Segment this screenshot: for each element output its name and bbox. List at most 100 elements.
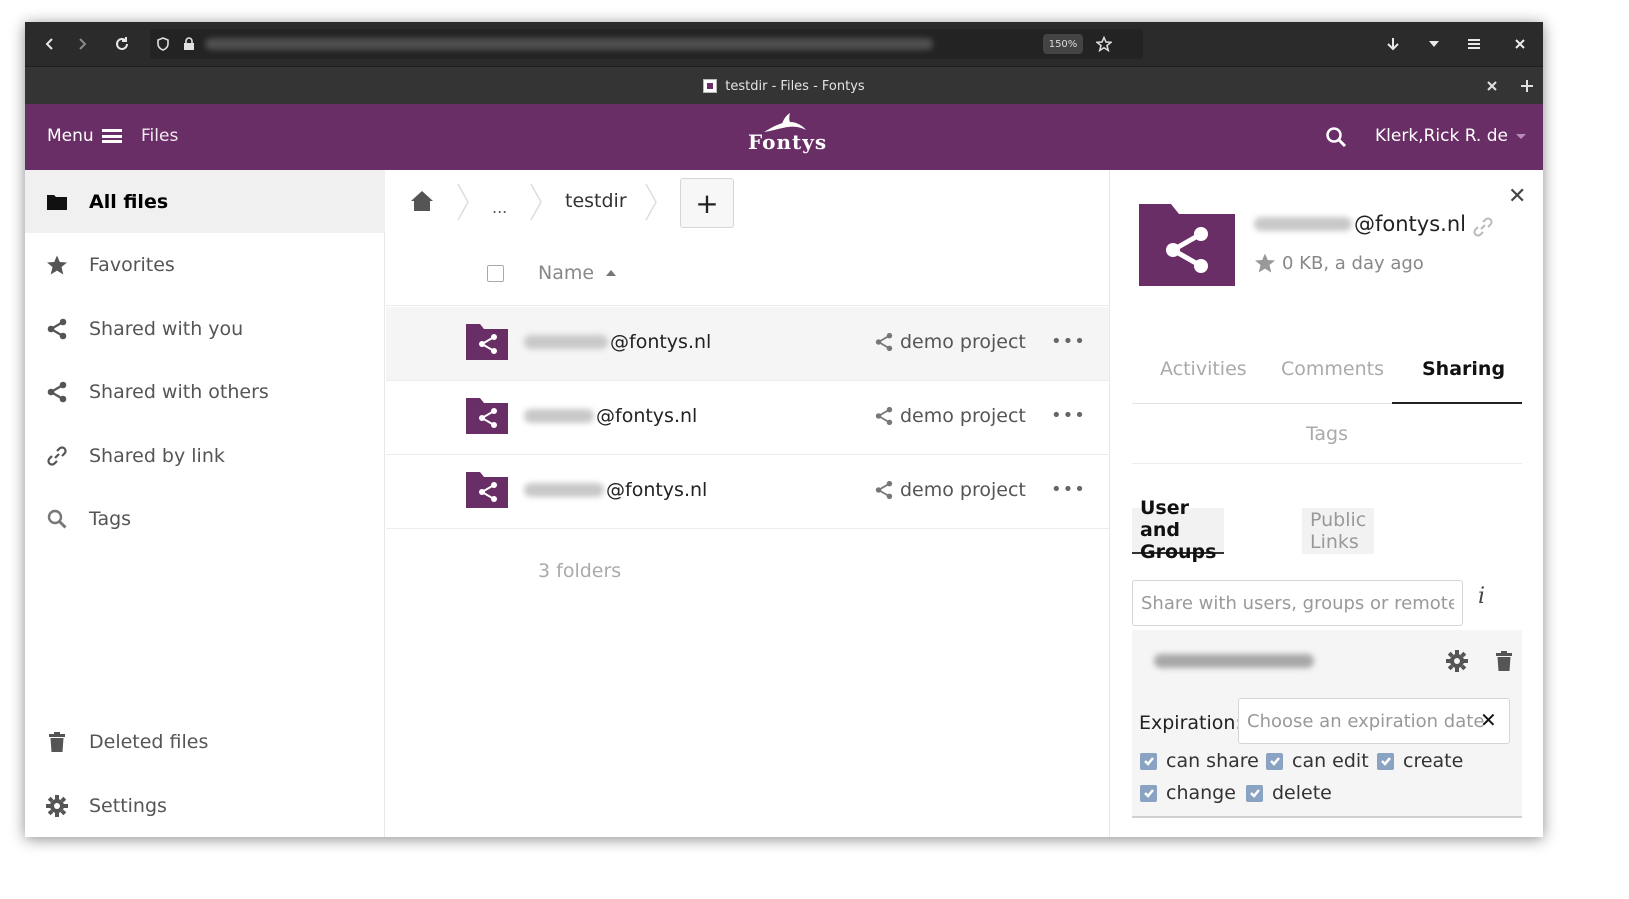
select-all-checkbox[interactable]: [487, 265, 504, 282]
nav-item-settings[interactable]: Settings: [25, 774, 385, 837]
nav-item-deleted-files[interactable]: Deleted files: [25, 710, 385, 773]
file-name[interactable]: @fontys.nl: [524, 405, 697, 427]
permission-can-share[interactable]: can share: [1140, 750, 1259, 772]
browser-window: 150% testdir - Files - Fontys Menu Files…: [25, 22, 1543, 837]
details-sidebar: ✕ @fontys.nl 0 KB, a day ago Activities …: [1109, 170, 1543, 837]
files-app-link[interactable]: Files: [141, 126, 178, 146]
address-bar[interactable]: 150%: [150, 29, 1143, 59]
user-menu[interactable]: Klerk,Rick R. de: [1375, 126, 1526, 146]
new-file-button[interactable]: +: [680, 178, 734, 228]
search-icon: [25, 508, 89, 530]
file-list-area: ... testdir + Name @fontys.nl demo proje…: [386, 170, 1109, 837]
star-icon[interactable]: [1254, 252, 1276, 274]
menu-button[interactable]: Menu: [47, 126, 122, 146]
download-icon: [1387, 38, 1399, 51]
file-name-suffix: @fontys.nl: [596, 405, 698, 427]
bookmark-star-icon[interactable]: [1096, 36, 1112, 52]
nav-item-shared-with-you[interactable]: Shared with you: [25, 297, 385, 360]
sort-by-name[interactable]: Name: [538, 262, 617, 284]
permission-change[interactable]: change: [1140, 782, 1236, 804]
subtab-public-links[interactable]: Public Links: [1302, 508, 1375, 554]
clear-expiration-button[interactable]: ✕: [1480, 708, 1497, 732]
tab-tags[interactable]: Tags: [1132, 404, 1522, 464]
shield-icon: [157, 37, 169, 51]
close-icon: [1515, 39, 1525, 49]
fontys-logo[interactable]: Fontys: [746, 112, 826, 162]
share-indicator[interactable]: demo project: [874, 405, 1026, 427]
table-row[interactable]: @fontys.nl demo project •••: [386, 455, 1109, 529]
active-tab[interactable]: testdir - Files - Fontys: [25, 67, 1543, 105]
url-text-redacted: [205, 38, 933, 50]
permission-create[interactable]: create: [1377, 750, 1463, 772]
file-name[interactable]: @fontys.nl: [524, 331, 711, 353]
sort-ascending-icon: [606, 270, 617, 276]
more-actions-button[interactable]: •••: [1051, 479, 1086, 500]
table-row[interactable]: @fontys.nl demo project •••: [386, 381, 1109, 455]
back-button[interactable]: [35, 29, 65, 59]
file-list-header: Name: [386, 242, 1109, 306]
share-indicator[interactable]: demo project: [874, 479, 1026, 501]
nav-item-shared-by-link[interactable]: Shared by link: [25, 424, 385, 487]
reload-button[interactable]: [107, 29, 137, 59]
breadcrumb-current-dir[interactable]: testdir: [565, 190, 627, 212]
folder-icon: [25, 193, 89, 211]
nav-item-label: Settings: [89, 794, 167, 817]
app-menu-button[interactable]: [1459, 29, 1489, 59]
checkbox-checked[interactable]: [1377, 752, 1394, 770]
tab-sharing[interactable]: Sharing: [1422, 358, 1505, 380]
share-icon: [875, 406, 893, 426]
breadcrumb-separator: [645, 183, 657, 221]
hamburger-icon: [1468, 39, 1480, 49]
nav-item-shared-with-others[interactable]: Shared with others: [25, 360, 385, 423]
more-actions-button[interactable]: •••: [1051, 331, 1086, 352]
reload-icon: [116, 37, 128, 50]
zoom-level[interactable]: 150%: [1043, 34, 1083, 54]
permission-can-edit[interactable]: can edit: [1266, 750, 1369, 772]
details-title-suffix: @fontys.nl: [1354, 212, 1466, 236]
redacted-name: [524, 483, 604, 497]
info-icon[interactable]: i: [1478, 584, 1485, 609]
tab-comments[interactable]: Comments: [1281, 358, 1384, 380]
redacted-recipient-name: [1154, 654, 1314, 668]
subtab-user-and-groups[interactable]: User and Groups: [1132, 497, 1225, 563]
window-close-button[interactable]: [1505, 29, 1535, 59]
permission-label: create: [1403, 750, 1464, 772]
size-and-date: 0 KB, a day ago: [1282, 252, 1424, 274]
home-icon[interactable]: [410, 190, 434, 212]
search-icon[interactable]: [1325, 126, 1347, 148]
dropdown-button[interactable]: [1419, 29, 1449, 59]
table-row[interactable]: @fontys.nl demo project •••: [386, 307, 1109, 381]
trash-icon: [25, 731, 89, 753]
permission-delete[interactable]: delete: [1246, 782, 1332, 804]
checkbox-checked[interactable]: [1140, 752, 1157, 770]
gear-icon[interactable]: [1446, 650, 1468, 672]
forward-button[interactable]: [67, 29, 97, 59]
user-name: Klerk,Rick R. de: [1375, 126, 1508, 146]
nav-item-all-files[interactable]: All files: [25, 170, 385, 233]
caret-down-icon: [1515, 133, 1526, 139]
checkbox-checked[interactable]: [1266, 752, 1283, 770]
more-actions-button[interactable]: •••: [1051, 405, 1086, 426]
checkbox-checked[interactable]: [1246, 784, 1263, 802]
expiration-date-input[interactable]: Choose an expiration date: [1238, 698, 1510, 744]
star-icon: [25, 254, 89, 276]
share-icon: [25, 381, 89, 403]
link-icon[interactable]: [1472, 216, 1494, 238]
tab-close-icon[interactable]: [1486, 80, 1498, 92]
nav-item-tags[interactable]: Tags: [25, 487, 385, 550]
details-tabs: Activities Comments Sharing: [1132, 346, 1522, 404]
file-name[interactable]: @fontys.nl: [524, 479, 707, 501]
app-header: Menu Files Fontys Klerk,Rick R. de: [25, 104, 1543, 170]
breadcrumb-ellipsis[interactable]: ...: [492, 198, 507, 217]
share-search-input[interactable]: [1132, 580, 1463, 626]
checkbox-checked[interactable]: [1140, 784, 1157, 802]
new-tab-icon[interactable]: [1519, 78, 1535, 94]
file-name-suffix: @fontys.nl: [610, 331, 712, 353]
tab-activities[interactable]: Activities: [1160, 358, 1247, 380]
trash-icon[interactable]: [1494, 650, 1514, 672]
downloads-button[interactable]: [1378, 29, 1408, 59]
share-indicator[interactable]: demo project: [874, 331, 1026, 353]
file-name-suffix: @fontys.nl: [606, 479, 708, 501]
close-sidebar-button[interactable]: ✕: [1508, 184, 1526, 209]
nav-item-favorites[interactable]: Favorites: [25, 233, 385, 296]
